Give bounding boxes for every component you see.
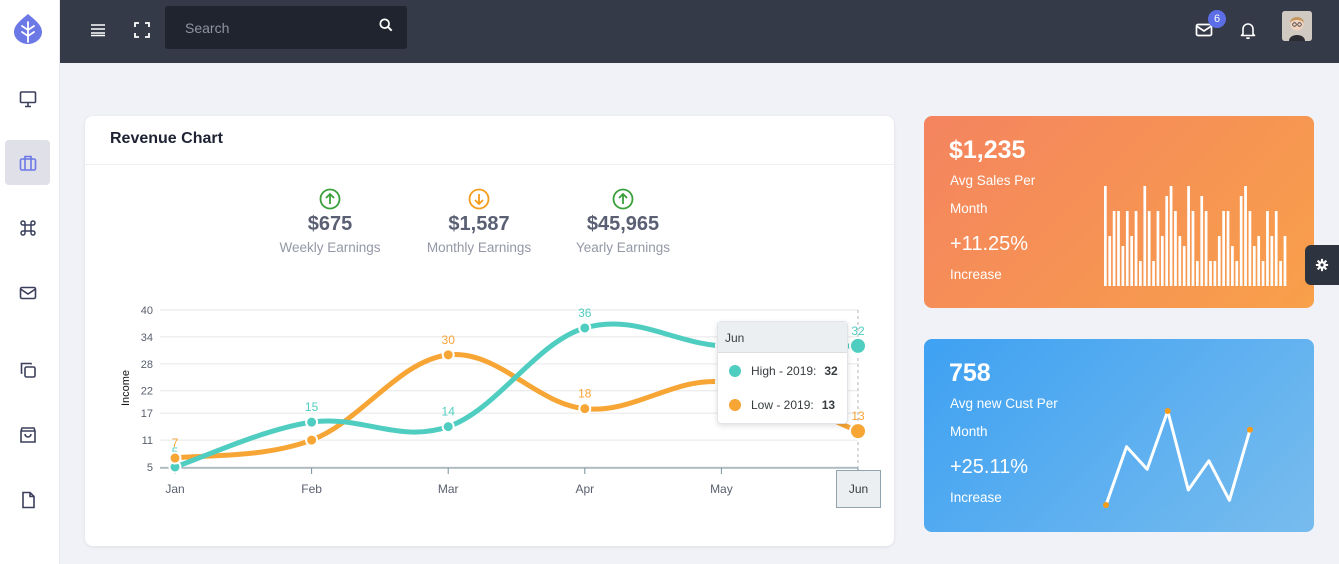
spark-bar	[1231, 246, 1234, 286]
spark-bar	[1121, 246, 1125, 286]
tooltip-row-low: Low - 2019: 13	[729, 398, 835, 412]
y-tick-label: 22	[141, 386, 153, 398]
x-tick-label: Jan	[165, 482, 184, 496]
data-label: 32	[851, 324, 865, 338]
data-point	[305, 415, 319, 429]
spark-bar	[1257, 236, 1261, 286]
spark-bar	[1182, 246, 1186, 286]
spark-bar	[1147, 211, 1151, 286]
spark-bar	[1204, 211, 1208, 286]
spark-bar	[1266, 211, 1269, 286]
data-point	[849, 422, 867, 441]
tooltip-header: Jun	[718, 322, 847, 353]
data-label: 13	[851, 409, 865, 423]
tooltip-value: 32	[824, 364, 838, 378]
spark-point	[1164, 408, 1171, 414]
avg-customers-card: 758 Avg new Cust Per Month +25.11% Incre…	[924, 339, 1314, 532]
spark-bar	[1261, 261, 1265, 286]
tooltip-value: 13	[821, 398, 836, 412]
y-tick-label: 5	[147, 462, 153, 474]
spark-bar	[1108, 236, 1112, 286]
xaxis-tooltip: Jun	[836, 470, 881, 508]
spark-bar	[1196, 261, 1199, 286]
spark-bar	[1156, 211, 1160, 286]
x-tick-label: May	[710, 482, 733, 496]
data-label: 14	[442, 405, 456, 419]
data-label: 15	[305, 400, 319, 414]
data-point	[168, 451, 182, 465]
customers-line-sparkline	[1103, 408, 1253, 508]
series-dot	[729, 399, 741, 411]
spark-bar	[1112, 211, 1116, 286]
spark-bar	[1222, 211, 1226, 286]
spark-bar	[1160, 236, 1164, 286]
gear-icon	[1315, 258, 1329, 272]
tooltip-row-high: High - 2019: 32	[729, 364, 838, 378]
data-point	[305, 433, 319, 447]
spark-bar	[1143, 186, 1147, 286]
data-label: 18	[578, 387, 592, 401]
data-point	[441, 348, 455, 362]
sales-bar-sparkline	[1104, 186, 1287, 286]
spark-bar	[1117, 211, 1120, 286]
chart-tooltip: Jun High - 2019: 32 Low - 2019: 13	[717, 321, 848, 424]
y-tick-label: 40	[141, 305, 153, 317]
spark-bar	[1174, 211, 1177, 286]
y-tick-label: 17	[141, 408, 153, 420]
spark-bar	[1248, 211, 1252, 286]
spark-bar	[1244, 186, 1247, 286]
spark-line	[1104, 409, 1252, 506]
spark-bar	[1104, 186, 1107, 286]
spark-bar	[1169, 186, 1173, 286]
spark-bar	[1134, 211, 1138, 286]
y-tick-label: 28	[141, 359, 153, 371]
tooltip-label: Low - 2019:	[751, 398, 814, 412]
x-tick-label: Mar	[438, 482, 459, 496]
settings-toggle[interactable]	[1305, 245, 1339, 285]
data-point	[578, 321, 592, 335]
data-label: 30	[442, 333, 456, 347]
avg-sales-card: $1,235 Avg Sales Per Month +11.25% Incre…	[924, 116, 1314, 308]
data-point	[441, 420, 455, 434]
spark-bar	[1283, 236, 1287, 286]
spark-bar	[1235, 261, 1239, 286]
spark-bar	[1239, 196, 1243, 286]
spark-bar	[1165, 196, 1169, 286]
x-tick-label: Feb	[301, 482, 322, 496]
spark-bar	[1226, 211, 1230, 286]
spark-bar	[1191, 211, 1195, 286]
spark-bar	[1178, 236, 1182, 286]
y-tick-label: 34	[141, 332, 153, 344]
spark-bar	[1270, 236, 1274, 286]
data-point	[849, 336, 867, 355]
spark-bar	[1213, 261, 1217, 286]
spark-bar	[1252, 246, 1256, 286]
y-axis-label: Income	[120, 370, 132, 406]
data-label: 36	[578, 306, 592, 320]
spark-bar	[1139, 261, 1142, 286]
spark-bar	[1125, 211, 1129, 286]
series-dot	[729, 365, 741, 377]
spark-bar	[1200, 196, 1204, 286]
spark-bar	[1187, 186, 1190, 286]
x-tick-label: Apr	[575, 482, 594, 496]
spark-point	[1103, 502, 1109, 508]
spark-bar	[1130, 236, 1134, 286]
data-point	[578, 402, 592, 416]
y-tick-label: 11	[142, 435, 153, 447]
spark-bar	[1152, 261, 1155, 286]
spark-bar	[1217, 236, 1221, 286]
spark-bar	[1209, 261, 1212, 286]
spark-bar	[1274, 211, 1278, 286]
tooltip-label: High - 2019:	[751, 364, 817, 378]
spark-bar	[1279, 261, 1282, 286]
data-label: 7	[172, 436, 179, 450]
spark-point	[1247, 426, 1253, 433]
